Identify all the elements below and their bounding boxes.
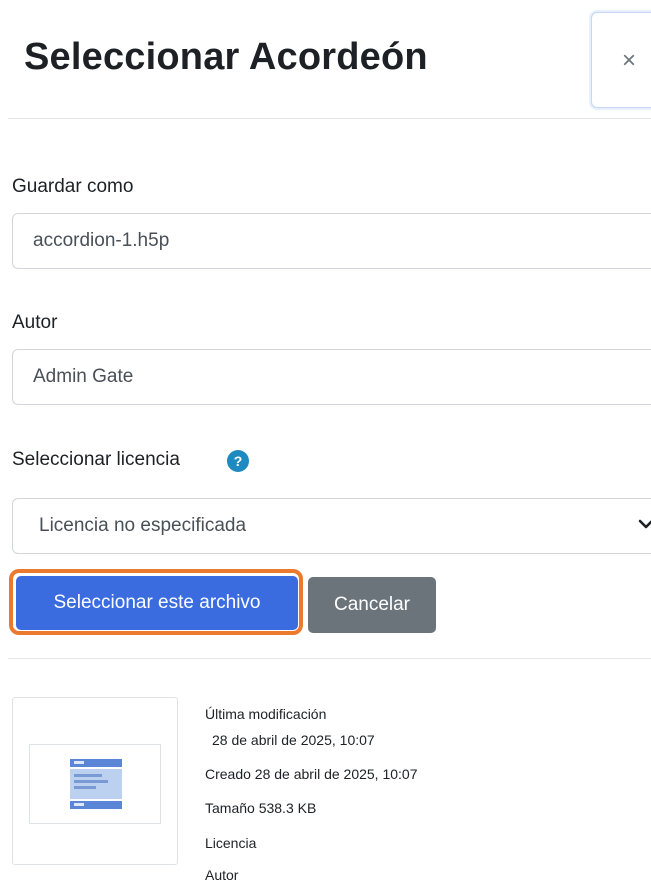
close-button[interactable]: × <box>591 12 651 108</box>
save-as-label: Guardar como <box>12 176 134 197</box>
select-file-button[interactable]: Seleccionar este archivo <box>16 576 298 630</box>
size-info: Tamaño 538.3 KB <box>205 800 317 816</box>
cancel-button[interactable]: Cancelar <box>308 577 436 633</box>
chevron-down-icon <box>638 519 651 529</box>
header-divider <box>8 118 651 119</box>
author-value: Admin Gate <box>33 366 134 387</box>
author-input[interactable]: Admin Gate <box>12 349 651 405</box>
dialog-title: Seleccionar Acordeón <box>24 36 428 78</box>
accordion-icon <box>70 759 122 809</box>
close-icon: × <box>622 47 637 74</box>
license-label: Seleccionar licencia <box>12 449 180 470</box>
author-label: Autor <box>12 312 58 333</box>
last-modified-label: Última modificación <box>205 706 327 722</box>
license-select[interactable]: Licencia no especificada <box>12 498 651 554</box>
save-as-input[interactable]: accordion-1.h5p <box>12 213 651 269</box>
license-selected-value: Licencia no especificada <box>39 515 247 536</box>
license-info-label: Licencia <box>205 835 257 851</box>
section-divider <box>8 658 651 659</box>
created-info: Creado 28 de abril de 2025, 10:07 <box>205 766 418 782</box>
thumbnail-frame <box>29 744 161 824</box>
file-thumbnail <box>12 697 178 865</box>
save-as-value: accordion-1.h5p <box>33 230 170 251</box>
last-modified-value: 28 de abril de 2025, 10:07 <box>212 732 375 748</box>
help-icon[interactable]: ? <box>227 450 249 472</box>
